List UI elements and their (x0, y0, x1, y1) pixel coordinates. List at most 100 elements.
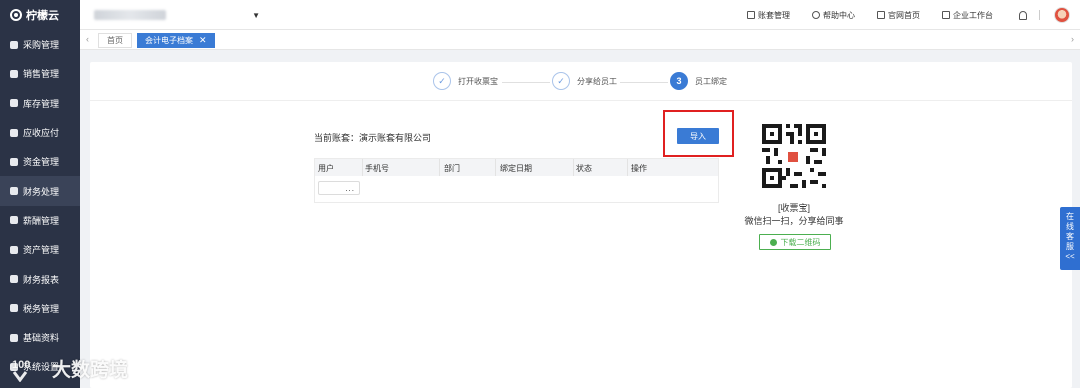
chevron-left-icon[interactable]: ‹ (86, 34, 89, 44)
watermark-text: 大数跨境 (52, 359, 129, 381)
step-number: 3 (670, 72, 688, 90)
logo-text: 柠檬云 (26, 10, 59, 22)
sidebar-item-label: 财务报表 (23, 274, 60, 285)
app-logo[interactable]: 柠檬云 (0, 0, 80, 30)
avatar[interactable] (1054, 7, 1070, 23)
ledger-icon (747, 11, 755, 19)
column-header: 操作 (631, 164, 647, 173)
sidebar-item-label: 资金管理 (23, 157, 60, 168)
step-open-app: ✓ 打开收票宝 (433, 72, 498, 90)
sidebar-item-label: 财务处理 (23, 186, 60, 197)
check-icon: ✓ (433, 72, 451, 90)
account-name-blurred (94, 10, 166, 20)
header-links: 账套管理 帮助中心 官网首页 企业工作台 (725, 0, 1070, 30)
watermark-mark-text: 100 (12, 359, 30, 371)
column-divider (439, 159, 440, 176)
step-label: 打开收票宝 (458, 76, 498, 86)
step-connector (502, 82, 550, 83)
sidebar-item-basics[interactable]: 基础资料 (0, 323, 80, 352)
column-header: 绑定日期 (500, 164, 532, 173)
account-selector[interactable]: ▼ (94, 8, 260, 22)
online-service-label: 在线客服 (1066, 212, 1074, 251)
sidebar-item-payroll[interactable]: 薪酬管理 (0, 206, 80, 235)
watermark-logo-icon: 100 (12, 359, 30, 382)
employee-table: 用户 手机号 部门 绑定日期 状态 操作 ... (314, 158, 719, 203)
sidebar-item-assets[interactable]: 资产管理 (0, 235, 80, 264)
qr-caption-hint: 微信扫一扫，分享给同事 (744, 216, 844, 226)
sidebar-item-tax[interactable]: 税务管理 (0, 294, 80, 323)
header-link-label: 官网首页 (888, 10, 920, 20)
tab-bar: ‹ 首页 会计电子档案 ✕ › (80, 30, 1080, 50)
tab-label: 首页 (107, 36, 123, 45)
payroll-icon (10, 216, 18, 225)
header-link-workbench[interactable]: 企业工作台 (942, 10, 993, 21)
header-link-help[interactable]: 帮助中心 (812, 10, 855, 21)
inventory-icon (10, 99, 18, 108)
header-link-label: 企业工作台 (953, 10, 993, 20)
sidebar-item-inventory[interactable]: 库存管理 (0, 89, 80, 118)
monitor-icon (942, 11, 950, 19)
step-connector (620, 82, 668, 83)
header-divider (1039, 10, 1040, 20)
tab-home[interactable]: 首页 (98, 33, 132, 48)
download-qr-label: 下载二维码 (780, 237, 821, 247)
column-header: 状态 (576, 164, 592, 173)
header-link-label: 帮助中心 (823, 10, 855, 20)
column-divider (362, 159, 363, 176)
reports-icon (10, 275, 18, 284)
home-icon (877, 11, 885, 19)
tab-e-archive[interactable]: 会计电子档案 ✕ (137, 33, 215, 48)
tax-icon (10, 304, 18, 313)
header-link-ledger[interactable]: 账套管理 (747, 10, 790, 21)
app-logo-icon (786, 150, 800, 164)
collapse-arrows-icon: << (1065, 252, 1075, 261)
content-panel: ✓ 打开收票宝 ✓ 分享给员工 3 员工绑定 当前账套：演示账套有限公司 导入 … (90, 62, 1072, 388)
funds-icon (10, 157, 18, 166)
chevron-right-icon[interactable]: › (1071, 34, 1074, 44)
step-label: 员工绑定 (695, 76, 727, 86)
column-divider (495, 159, 496, 176)
sidebar-item-label: 税务管理 (23, 303, 60, 314)
sidebar-item-purchase[interactable]: 采购管理 (0, 30, 80, 59)
top-bar: 柠檬云 ▼ 账套管理 帮助中心 官网首页 企业工作台 (0, 0, 1080, 30)
header-link-label: 账套管理 (758, 10, 790, 20)
sales-icon (10, 69, 18, 78)
download-icon (769, 238, 777, 246)
column-header: 用户 (318, 164, 334, 173)
column-divider (573, 159, 574, 176)
logo-icon (10, 9, 22, 21)
close-icon[interactable]: ✕ (199, 35, 207, 46)
chevron-down-icon: ▼ (252, 10, 260, 20)
sidebar-item-sales[interactable]: 销售管理 (0, 59, 80, 88)
current-account-label: 当前账套：演示账套有限公司 (314, 133, 432, 143)
column-divider (627, 159, 628, 176)
import-button[interactable]: 导入 (677, 128, 719, 144)
sidebar-item-label: 薪酬管理 (23, 215, 60, 226)
tab-label: 会计电子档案 (145, 36, 193, 45)
sidebar-item-label: 应收应付 (23, 128, 60, 139)
download-qr-button[interactable]: 下载二维码 (759, 234, 831, 250)
sidebar-item-label: 资产管理 (23, 245, 60, 256)
column-header: 手机号 (365, 164, 389, 173)
step-bind: 3 员工绑定 (670, 72, 727, 90)
assets-icon (10, 245, 18, 254)
divider (90, 100, 1072, 101)
online-service-button[interactable]: 在线客服 << (1060, 207, 1080, 270)
step-label: 分享给员工 (577, 76, 617, 86)
sidebar-item-label: 销售管理 (23, 69, 60, 80)
sidebar-item-finance[interactable]: 财务处理 (0, 176, 80, 206)
header-link-home[interactable]: 官网首页 (877, 10, 920, 21)
basics-icon (10, 333, 18, 342)
user-select[interactable]: ... (318, 181, 360, 195)
watermark: 100 大数跨境 (10, 354, 128, 382)
cart-icon (10, 40, 18, 49)
bell-icon[interactable] (1019, 10, 1027, 20)
table-row: ... (315, 176, 718, 202)
sidebar-item-receivables[interactable]: 应收应付 (0, 118, 80, 147)
step-indicator: ✓ 打开收票宝 ✓ 分享给员工 3 员工绑定 (90, 72, 1072, 94)
sidebar-item-reports[interactable]: 财务报表 (0, 264, 80, 293)
sidebar-item-funds[interactable]: 资金管理 (0, 147, 80, 176)
qr-caption-title: [收票宝] (777, 203, 810, 213)
help-icon (812, 11, 820, 19)
sidebar-item-label: 采购管理 (23, 40, 60, 51)
